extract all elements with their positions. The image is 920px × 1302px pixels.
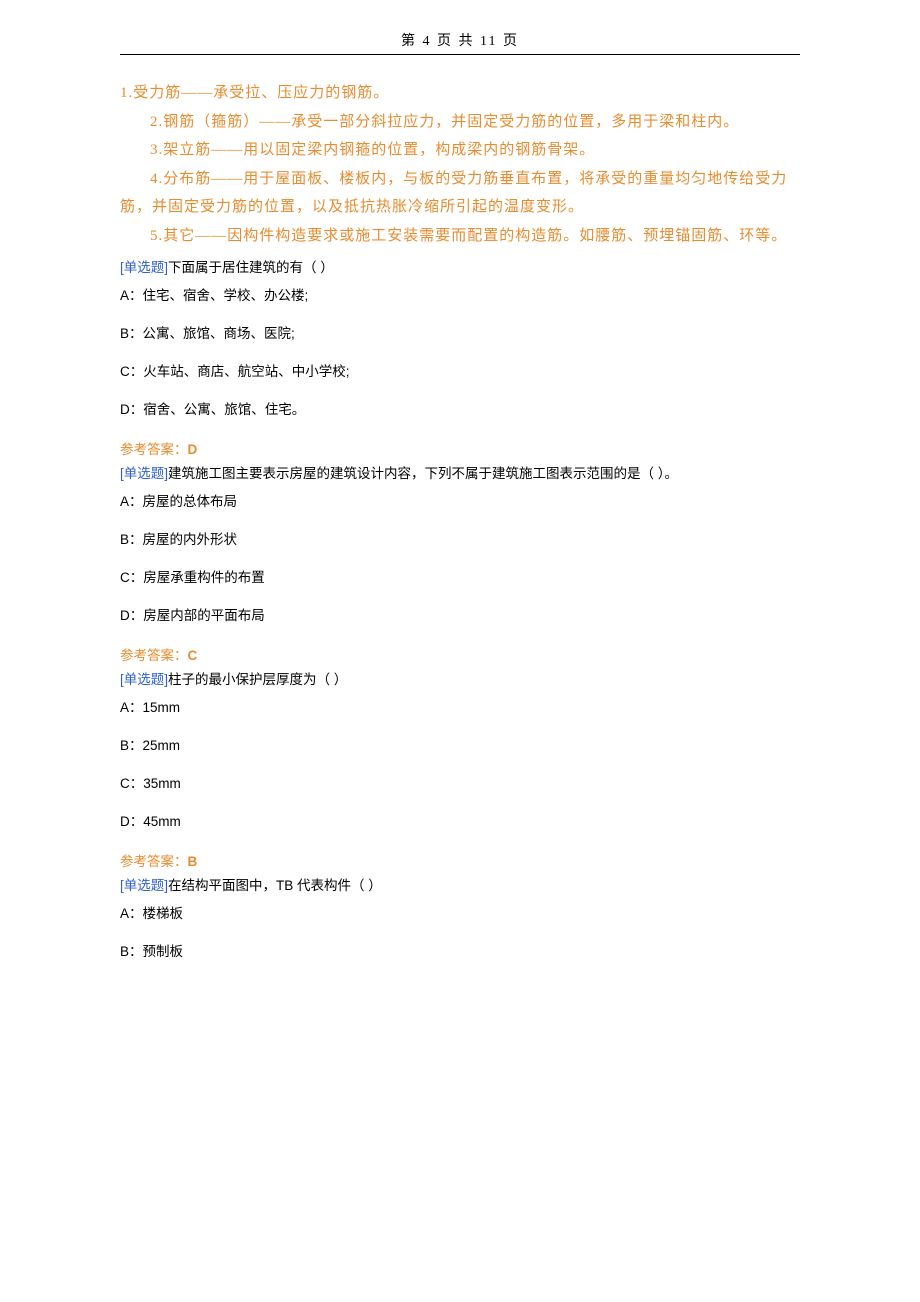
option-b: B：25mm: [120, 734, 800, 754]
option-a: A：房屋的总体布局: [120, 490, 800, 510]
answer-label: 参考答案：: [120, 442, 188, 457]
answer-line: 参考答案：B: [120, 850, 800, 870]
question-text: 柱子的最小保护层厚度为（ ）: [168, 672, 347, 687]
option-b: B：公寓、旅馆、商场、医院;: [120, 322, 800, 342]
explain-line-5: 5.其它——因构件构造要求或施工安装需要而配置的构造筋。如腰筋、预埋锚固筋、环等…: [120, 222, 800, 251]
option-c: C：房屋承重构件的布置: [120, 566, 800, 586]
question-1: [单选题]下面属于居住建筑的有（ ） A：住宅、宿舍、学校、办公楼; B：公寓、…: [120, 256, 800, 458]
explain-line-3: 3.架立筋——用以固定梁内钢箍的位置，构成梁内的钢筋骨架。: [120, 136, 800, 165]
page-header: 第 4 页 共 11 页: [120, 30, 800, 50]
question-tag: [单选题]: [120, 672, 168, 687]
question-text: 在结构平面图中，TB 代表构件（ ）: [168, 878, 382, 893]
answer-value: B: [188, 854, 198, 869]
question-4: [单选题]在结构平面图中，TB 代表构件（ ） A：楼梯板 B：预制板: [120, 874, 800, 960]
option-c: C：火车站、商店、航空站、中小学校;: [120, 360, 800, 380]
question-tag: [单选题]: [120, 878, 168, 893]
answer-line: 参考答案：D: [120, 438, 800, 458]
option-a: A：楼梯板: [120, 902, 800, 922]
option-d: D：45mm: [120, 810, 800, 830]
answer-value: D: [188, 442, 198, 457]
question-text: 下面属于居住建筑的有（ ）: [168, 260, 334, 275]
explain-line-2: 2.钢筋（箍筋）——承受一部分斜拉应力，并固定受力筋的位置，多用于梁和柱内。: [120, 108, 800, 137]
explain-line-1: 1.受力筋——承受拉、压应力的钢筋。: [120, 85, 389, 101]
option-d: D：房屋内部的平面布局: [120, 604, 800, 624]
question-2: [单选题]建筑施工图主要表示房屋的建筑设计内容，下列不属于建筑施工图表示范围的是…: [120, 462, 800, 664]
option-b: B：预制板: [120, 940, 800, 960]
answer-label: 参考答案：: [120, 648, 188, 663]
answer-value: C: [188, 648, 198, 663]
answer-label: 参考答案：: [120, 854, 188, 869]
explain-line-4: 4.分布筋——用于屋面板、楼板内，与板的受力筋垂直布置，将承受的重量均匀地传给受…: [120, 165, 800, 222]
explanation-block: 1.受力筋——承受拉、压应力的钢筋。 2.钢筋（箍筋）——承受一部分斜拉应力，并…: [120, 79, 800, 250]
option-d: D：宿舍、公寓、旅馆、住宅。: [120, 398, 800, 418]
question-3: [单选题]柱子的最小保护层厚度为（ ） A：15mm B：25mm C：35mm…: [120, 668, 800, 870]
page: 第 4 页 共 11 页 1.受力筋——承受拉、压应力的钢筋。 2.钢筋（箍筋）…: [0, 0, 920, 1020]
question-text: 建筑施工图主要表示房屋的建筑设计内容，下列不属于建筑施工图表示范围的是（ ）。: [168, 466, 678, 481]
option-a: A：住宅、宿舍、学校、办公楼;: [120, 284, 800, 304]
option-c: C：35mm: [120, 772, 800, 792]
question-tag: [单选题]: [120, 466, 168, 481]
answer-line: 参考答案：C: [120, 644, 800, 664]
option-a: A：15mm: [120, 696, 800, 716]
option-b: B：房屋的内外形状: [120, 528, 800, 548]
question-tag: [单选题]: [120, 260, 168, 275]
header-rule: [120, 54, 800, 55]
